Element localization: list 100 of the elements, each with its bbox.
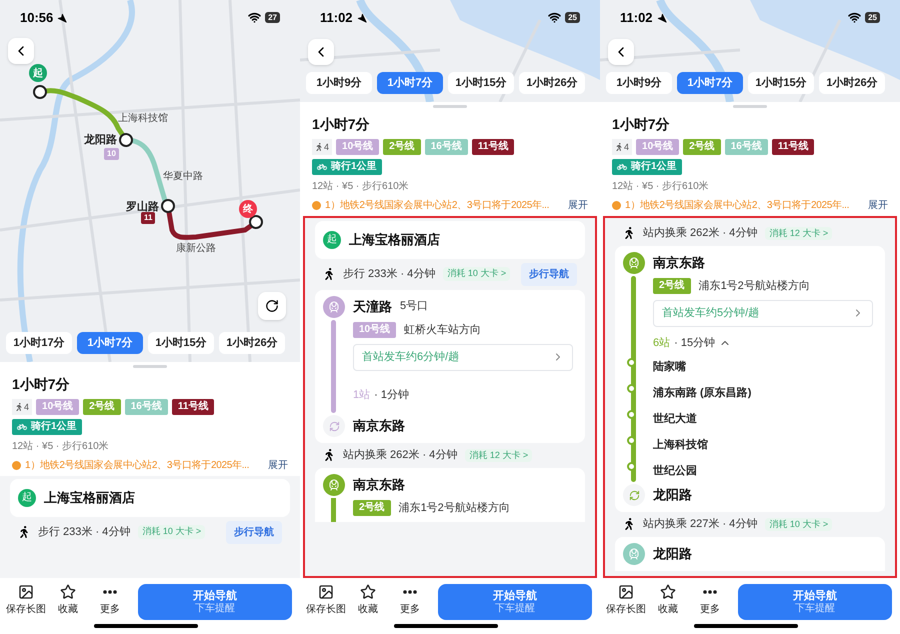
walk-count: 4 [24, 401, 30, 414]
line-tag: 16号线 [124, 399, 168, 415]
line-tag: 10号线 [353, 322, 396, 338]
station-name: 南京东路 [653, 254, 705, 272]
star-icon [660, 584, 676, 600]
start-navigation-button[interactable]: 开始导航 下车提醒 [738, 584, 892, 620]
walk-navigation-button[interactable]: 步行导航 [521, 262, 577, 286]
route-duration-title: 1小时7分 [12, 375, 71, 394]
route-option-tab[interactable]: 1小时17分 [6, 332, 72, 354]
refresh-icon [265, 299, 279, 313]
walk-info: 步行 233米 · 4分钟 [38, 524, 130, 540]
walk-count: 4 [624, 141, 630, 154]
notice-text: 1）地铁2号线国家会展中心站2、3号口将于2025年... [325, 198, 550, 213]
line-tag: 2号线 [653, 278, 691, 294]
intermediate-stop: 上海科技馆 [653, 439, 708, 451]
bicycle-icon [317, 162, 327, 172]
walk-navigation-button[interactable]: 步行导航 [226, 520, 282, 544]
more-icon [103, 590, 117, 594]
bottom-action-button[interactable]: 更多 [92, 584, 128, 617]
line-tag: 10号线 [36, 399, 80, 415]
route-duration-title: 1小时7分 [312, 115, 371, 134]
walking-person-icon [323, 449, 335, 462]
line-number-badge: 11 [141, 212, 156, 224]
intermediate-stop: 浦东南路 (原东昌路) [653, 387, 752, 399]
notice-text: 1）地铁2号线国家会展中心站2、3号口将于2025年... [625, 198, 850, 213]
intermediate-stop: 世纪大道 [653, 413, 697, 425]
route-option-tab[interactable]: 1小时15分 [448, 72, 514, 94]
back-button[interactable] [608, 39, 634, 65]
more-icon [403, 590, 417, 594]
wifi-icon [248, 11, 262, 24]
route-option-tab[interactable]: 1小时26分 [219, 332, 285, 354]
image-icon [318, 584, 334, 600]
line-tag: 16号线 [424, 139, 468, 155]
drag-handle[interactable] [733, 105, 767, 108]
walking-person-icon [623, 227, 635, 240]
line-number-badge: 10 [104, 148, 119, 160]
refresh-button[interactable] [258, 292, 286, 320]
back-button[interactable] [8, 38, 34, 64]
route-option-tab[interactable]: 1小时7分 [677, 72, 743, 94]
line-tag: 2号线 [83, 399, 121, 415]
intermediate-stop: 世纪公园 [653, 465, 697, 477]
start-navigation-button[interactable]: 开始导航 下车提醒 [438, 584, 592, 620]
route-option-tab[interactable]: 1小时7分 [77, 332, 143, 354]
bike-text: 骑行1公里 [31, 420, 77, 434]
bottom-action-button[interactable]: 收藏 [350, 584, 386, 617]
drag-handle[interactable] [433, 105, 467, 108]
bottom-action-button[interactable]: 保存长图 [308, 584, 344, 617]
bottom-action-button[interactable]: 更多 [392, 584, 428, 617]
status-time: 10:56 [20, 9, 54, 27]
start-badge: 起 [323, 230, 341, 249]
battery-indicator: 25 [565, 12, 580, 24]
bottom-action-button[interactable]: 保存长图 [608, 584, 644, 617]
station-label: 康新公路 [176, 242, 216, 256]
origin-name: 上海宝格丽酒店 [349, 231, 440, 249]
route-option-tab[interactable]: 1小时26分 [519, 72, 585, 94]
expand-link[interactable]: 展开 [868, 198, 888, 213]
status-time: 11:02 [620, 9, 653, 27]
direction-text: 浦东1号2号航站楼方向 [698, 278, 810, 294]
start-navigation-button[interactable]: 开始导航 下车提醒 [138, 584, 292, 620]
walking-person-icon [323, 268, 335, 280]
station-label: 龙阳路 [84, 132, 117, 148]
drag-handle[interactable] [133, 365, 167, 368]
bike-text: 骑行1公里 [331, 160, 377, 174]
warning-icon [312, 201, 321, 210]
station-name: 龙阳路 [653, 544, 692, 563]
status-time: 11:02 [320, 9, 353, 27]
line-tag: 2号线 [383, 139, 421, 155]
expand-link[interactable]: 展开 [268, 458, 288, 473]
route-option-tab[interactable]: 1小时15分 [748, 72, 814, 94]
direction-text: 虹桥火车站方向 [404, 322, 482, 338]
bottom-action-button[interactable]: 更多 [692, 584, 728, 617]
origin-name: 上海宝格丽酒店 [44, 489, 135, 507]
route-option-tab[interactable]: 1小时26分 [819, 72, 885, 94]
location-arrow-icon [356, 12, 367, 23]
bottom-action-button[interactable]: 收藏 [50, 584, 86, 617]
route-option-tab[interactable]: 1小时9分 [306, 72, 372, 94]
route-option-tab[interactable]: 1小时9分 [606, 72, 672, 94]
warning-icon [12, 461, 21, 470]
direction-text: 浦东1号2号航站楼方向 [398, 500, 510, 516]
walk-info: 站内换乘 262米 · 4分钟 [343, 448, 458, 463]
back-button[interactable] [308, 39, 334, 65]
bottom-action-button[interactable]: 保存长图 [8, 584, 44, 617]
wifi-icon [548, 11, 562, 24]
line-track [331, 498, 336, 522]
walking-person-icon [623, 518, 635, 530]
star-icon [60, 584, 76, 600]
ride-duration: · 1分钟 [374, 388, 409, 402]
wifi-icon [848, 11, 862, 24]
station-name: 天潼路 [353, 298, 392, 316]
battery-indicator: 25 [865, 12, 880, 24]
expand-link[interactable]: 展开 [568, 198, 588, 213]
bicycle-icon [617, 162, 627, 172]
bottom-action-button[interactable]: 收藏 [650, 584, 686, 617]
line-tag: 10号线 [636, 139, 680, 155]
station-name: 南京东路 [353, 417, 405, 436]
walking-person-icon [615, 143, 623, 151]
route-option-tab[interactable]: 1小时15分 [148, 332, 214, 354]
route-option-tab[interactable]: 1小时7分 [377, 72, 443, 94]
station-name: 南京东路 [353, 476, 405, 494]
transfer-icon [323, 415, 345, 437]
